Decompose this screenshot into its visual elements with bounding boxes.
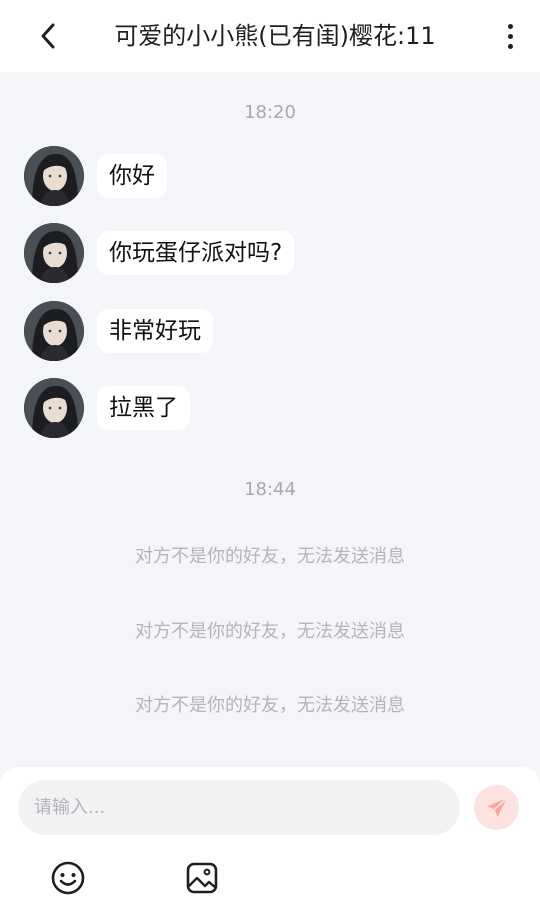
avatar[interactable] — [24, 378, 84, 438]
message-bubble[interactable]: 非常好玩 — [97, 309, 213, 353]
avatar-image — [24, 223, 84, 283]
emoji-button[interactable] — [49, 859, 87, 897]
more-options-button[interactable] — [498, 18, 522, 54]
avatar[interactable] — [24, 301, 84, 361]
back-button[interactable] — [30, 16, 66, 56]
message-input[interactable] — [18, 780, 460, 835]
image-button[interactable] — [183, 859, 221, 897]
system-notice: 对方不是你的好友，无法发送消息 — [135, 546, 405, 567]
chevron-left-icon — [41, 23, 55, 49]
message-list[interactable]: 18:20 你好 你玩蛋仔派对吗? 非常好玩 拉黑了 18:44 对方不是你的好… — [0, 72, 540, 767]
system-notice: 对方不是你的好友，无法发送消息 — [135, 621, 405, 642]
paper-plane-icon — [486, 797, 507, 817]
message-bubble[interactable]: 你玩蛋仔派对吗? — [97, 231, 295, 275]
chat-title: 可爱的小小熊(已有闺)樱花:11 — [114, 22, 436, 50]
message-row: 拉黑了 — [24, 378, 190, 438]
more-vertical-icon-dot — [507, 43, 513, 49]
avatar-image — [24, 146, 84, 206]
message-composer — [0, 767, 540, 924]
message-row: 你好 — [24, 146, 167, 206]
image-icon — [186, 862, 218, 894]
avatar-image — [24, 301, 84, 361]
avatar-image — [24, 378, 84, 438]
message-bubble[interactable]: 你好 — [97, 154, 167, 198]
more-vertical-icon-dot — [507, 33, 513, 39]
avatar[interactable] — [24, 223, 84, 283]
timestamp: 18:44 — [244, 479, 296, 500]
smiley-icon — [51, 861, 85, 895]
avatar[interactable] — [24, 146, 84, 206]
send-button[interactable] — [474, 785, 519, 830]
message-bubble[interactable]: 拉黑了 — [97, 386, 190, 430]
chat-header: 可爱的小小熊(已有闺)樱花:11 — [0, 0, 540, 72]
message-row: 非常好玩 — [24, 301, 213, 361]
more-vertical-icon — [507, 23, 513, 29]
system-notice: 对方不是你的好友，无法发送消息 — [135, 695, 405, 716]
timestamp: 18:20 — [244, 102, 296, 123]
message-row: 你玩蛋仔派对吗? — [24, 223, 295, 283]
